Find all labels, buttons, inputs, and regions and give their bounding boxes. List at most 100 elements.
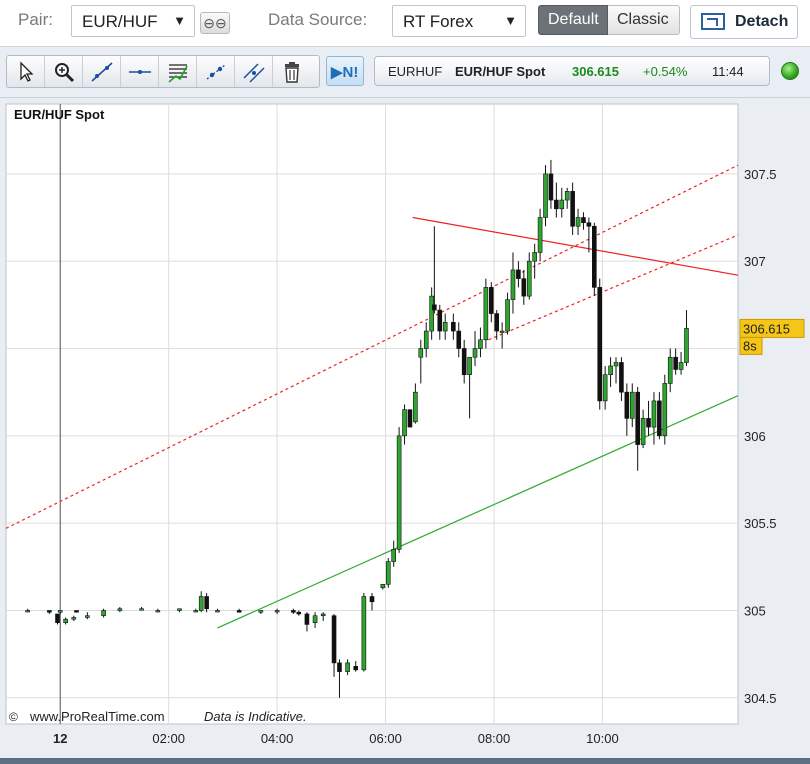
candle-body: [456, 330, 462, 349]
candle-body: [391, 549, 396, 562]
quote-change: +0.54%: [643, 64, 688, 79]
quote-time: 11:44: [712, 64, 744, 79]
channel-icon[interactable]: [197, 56, 235, 87]
candle-body: [624, 391, 630, 419]
candle-body: [543, 173, 548, 218]
zoom-icon[interactable]: [45, 56, 83, 87]
candle-body: [510, 269, 516, 300]
candle-body: [429, 295, 434, 332]
detach-button[interactable]: Detach: [690, 5, 798, 39]
candle-body: [274, 610, 280, 613]
candle-body: [296, 611, 302, 615]
style-default-button[interactable]: Default: [538, 5, 608, 35]
candle-body: [678, 362, 684, 370]
candle-body: [586, 222, 592, 227]
parallel-lines-icon[interactable]: [235, 56, 273, 87]
candle-body: [396, 435, 402, 550]
pair-select[interactable]: EUR/HUF ▼: [71, 5, 195, 37]
candle-body: [304, 613, 310, 625]
y-tick-label: 307.5: [744, 167, 777, 182]
candle-body: [526, 260, 532, 297]
candle-body: [554, 199, 559, 210]
pair-value: EUR/HUF: [82, 12, 158, 31]
bottom-band: [0, 758, 810, 764]
candle-body: [353, 666, 359, 671]
candle-body: [467, 356, 472, 376]
candle-body: [423, 330, 429, 349]
chevron-down-icon: ▼: [173, 13, 186, 28]
candle-body: [117, 608, 123, 611]
candle-body: [564, 191, 570, 201]
candle-body: [337, 662, 342, 672]
candle-body: [597, 287, 603, 402]
candle-body: [575, 217, 581, 227]
candle-body: [494, 313, 500, 332]
cursor-icon[interactable]: [7, 56, 45, 87]
x-tick-label: 04:00: [261, 731, 294, 746]
quote-price: 306.615: [572, 64, 619, 79]
drawing-tools-group: [6, 55, 320, 88]
header-bar: Pair: EUR/HUF ▼ ⊖⊖ Data Source: RT Forex…: [0, 0, 810, 47]
candle-body: [193, 610, 199, 613]
candle-body: [361, 596, 367, 671]
candle-body: [385, 561, 391, 585]
candle-body: [47, 610, 52, 613]
source-select[interactable]: RT Forex ▼: [392, 5, 526, 37]
candle-body: [651, 400, 657, 428]
candle-body: [570, 191, 575, 227]
candle-body: [451, 322, 456, 332]
link-icon[interactable]: ⊖⊖: [200, 12, 230, 34]
candle-body: [461, 348, 467, 376]
candle-body: [369, 596, 375, 603]
candle-body: [673, 356, 678, 370]
candle-body: [662, 383, 668, 437]
x-tick-label: 06:00: [369, 731, 402, 746]
candle-body: [532, 252, 537, 262]
y-tick-label: 304.5: [744, 691, 777, 706]
candle-body: [155, 610, 161, 613]
candle-body: [418, 348, 424, 358]
candle-body: [592, 225, 597, 288]
candle-body: [613, 362, 619, 367]
y-tick-label: 305: [744, 603, 766, 618]
connection-status-icon: [781, 62, 799, 80]
countdown-label: 8s: [743, 338, 757, 353]
quote-box: EURHUF EUR/HUF Spot 306.615 +0.54% 11:44: [374, 56, 770, 86]
source-label: Data Source:: [268, 10, 368, 29]
candle-body: [437, 309, 443, 332]
candle-body: [204, 596, 209, 610]
candle-body: [85, 615, 90, 618]
chevron-down-icon: ▼: [504, 13, 517, 28]
candle-body: [667, 356, 673, 384]
chart-title: EUR/HUF Spot: [14, 107, 105, 122]
trendline-icon[interactable]: [83, 56, 121, 87]
candle-body: [442, 322, 448, 332]
fibonacci-icon[interactable]: [159, 56, 197, 87]
style-classic-button[interactable]: Classic: [608, 5, 680, 35]
candle-body: [407, 409, 413, 428]
candle-body: [488, 287, 494, 314]
candle-body: [657, 400, 662, 437]
candle-body: [74, 610, 79, 613]
candle-body: [101, 610, 106, 617]
candle-body: [635, 391, 640, 445]
candle-body: [516, 269, 521, 279]
candle-body: [63, 618, 68, 624]
trash-icon[interactable]: [273, 56, 311, 87]
x-tick-label: 10:00: [586, 731, 619, 746]
candle-body: [478, 339, 483, 349]
candle-body: [619, 362, 624, 393]
candle-body: [602, 374, 608, 402]
horizontal-line-icon[interactable]: [121, 56, 159, 87]
next-button[interactable]: ▶N!: [326, 56, 364, 86]
quote-name: EUR/HUF Spot: [455, 64, 546, 79]
site-link[interactable]: www.ProRealTime.com: [29, 709, 165, 724]
candle-body: [505, 299, 510, 332]
candle-body: [139, 608, 144, 611]
candle-body: [215, 610, 220, 613]
data-note: Data is Indicative.: [204, 709, 307, 724]
candle-body: [198, 596, 204, 611]
drawing-toolbar: ▶N! EURHUF EUR/HUF Spot 306.615 +0.54% 1…: [0, 47, 810, 98]
detach-icon: [701, 13, 725, 30]
price-chart[interactable]: 304.5305305.53066.5307307.5306.6158s 120…: [0, 98, 810, 758]
